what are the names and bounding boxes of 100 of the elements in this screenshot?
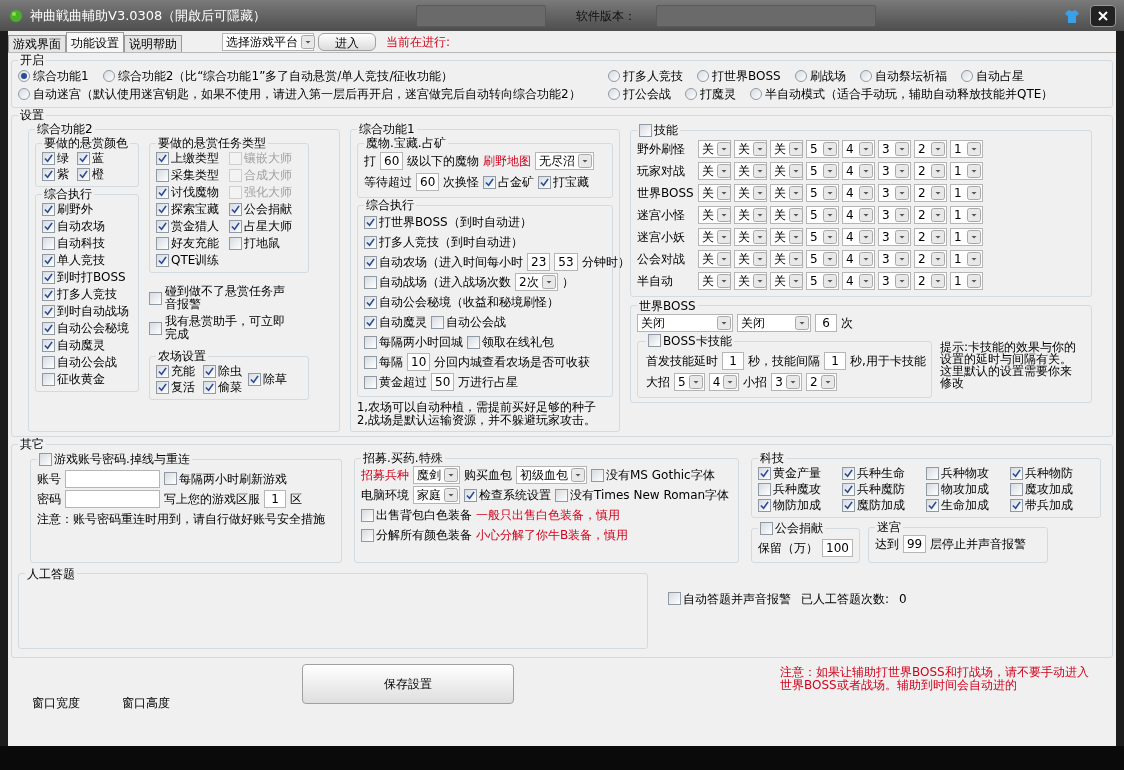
input-field[interactable] (65, 489, 160, 508)
checkbox[interactable]: 自动农场（进入时间每小时 (364, 254, 523, 270)
tab[interactable]: 功能设置 (66, 32, 124, 52)
radio-button[interactable]: 自动迷宫（默认使用迷宫钥匙，如果不使用，请进入第一层后再开启，迷宫做完后自动转向综合功能2） (18, 85, 581, 103)
input-field[interactable]: 53 (554, 253, 578, 271)
checkbox[interactable]: 采集类型 (156, 167, 229, 183)
tab[interactable]: 游戏界面 (8, 35, 66, 52)
radio-button[interactable]: 打魔灵 (685, 85, 736, 103)
dropdown[interactable]: 3 (878, 205, 911, 224)
checkbox[interactable]: 讨伐魔物 (156, 184, 229, 200)
dropdown[interactable]: 关 (770, 227, 803, 246)
checkbox[interactable]: 橙 (77, 166, 112, 182)
dropdown[interactable]: 关 (734, 227, 767, 246)
dropdown[interactable]: 关 (734, 205, 767, 224)
checkbox[interactable]: 碰到做不了悬赏任务声音报警 (149, 285, 309, 311)
checkbox[interactable]: 没有MS Gothic字体 (591, 467, 715, 483)
checkbox[interactable]: 分解所有颜色装备 (361, 527, 472, 543)
checkbox[interactable]: QTE训练 (156, 252, 229, 268)
dropdown[interactable]: 关 (734, 161, 767, 180)
dropdown[interactable]: 关 (734, 271, 767, 290)
dropdown[interactable]: 4 (842, 271, 875, 290)
checkbox[interactable]: 绿 (42, 150, 77, 166)
checkbox[interactable]: 检查系统设置 (464, 487, 551, 503)
dropdown[interactable]: 5 (674, 373, 705, 391)
input-field[interactable] (65, 469, 160, 488)
checkbox[interactable]: 自动公会战 (42, 354, 132, 370)
save-button[interactable]: 保存設置 (302, 663, 514, 704)
checkbox[interactable]: 每隔两小时回城 (364, 334, 463, 350)
dropdown[interactable]: 2 (805, 373, 837, 391)
dropdown[interactable]: 关 (698, 227, 731, 246)
checkbox[interactable]: 出售背包白色装备 (361, 507, 472, 523)
checkbox[interactable]: 到时打BOSS (42, 269, 132, 285)
checkbox[interactable]: 自动魔灵 (364, 314, 427, 330)
checkbox[interactable]: 复活 (156, 379, 195, 395)
dropdown[interactable]: 2 (914, 227, 947, 246)
dropdown[interactable]: 选择游戏平台 (222, 33, 314, 51)
dropdown[interactable]: 1 (950, 249, 983, 268)
checkbox[interactable]: BOSS卡技能 (648, 332, 732, 349)
dropdown[interactable]: 5 (806, 139, 839, 158)
dropdown[interactable]: 无尽沼 (535, 152, 595, 170)
input-field[interactable]: 1 (824, 352, 846, 370)
dropdown[interactable]: 关闭 (737, 313, 811, 332)
checkbox[interactable]: 技能 (639, 122, 678, 138)
shirt-icon[interactable] (1064, 7, 1080, 24)
dropdown[interactable]: 2 (914, 205, 947, 224)
checkbox[interactable]: 自动公会战 (431, 314, 506, 330)
input-field[interactable]: 100 (822, 538, 853, 557)
checkbox[interactable]: 黄金产量 (758, 465, 842, 481)
dropdown[interactable]: 1 (950, 183, 983, 202)
dropdown[interactable]: 5 (806, 227, 839, 246)
checkbox[interactable]: 我有悬赏助手，可立即完成 (149, 315, 309, 341)
close-button[interactable] (1090, 4, 1116, 27)
checkbox[interactable]: 打多人竞技（到时自动进） (364, 234, 523, 250)
checkbox[interactable]: 自动战场（进入战场次数 (364, 274, 511, 290)
dropdown[interactable]: 5 (806, 183, 839, 202)
checkbox[interactable]: 上缴类型 (156, 150, 229, 166)
dropdown[interactable]: 2次 (515, 273, 558, 291)
dropdown[interactable]: 1 (950, 205, 983, 224)
radio-button[interactable]: 自动占星 (960, 67, 1024, 85)
dropdown[interactable]: 2 (914, 161, 947, 180)
enter-button[interactable]: 进入 (318, 33, 376, 51)
checkbox[interactable]: 自动公会秘境（收益和秘境刷怪） (364, 294, 559, 310)
dropdown[interactable]: 3 (878, 227, 911, 246)
dropdown[interactable]: 关 (770, 249, 803, 268)
dropdown[interactable]: 关 (770, 161, 803, 180)
dropdown[interactable]: 1 (950, 227, 983, 246)
dropdown[interactable]: 关 (734, 139, 767, 158)
radio-button[interactable]: 打世界BOSS (697, 67, 781, 85)
checkbox[interactable]: 兵种魔攻 (758, 481, 842, 497)
checkbox[interactable]: 领取在线礼包 (467, 334, 554, 350)
checkbox[interactable]: 带兵加成 (1010, 497, 1094, 513)
radio-button[interactable]: 综合功能1 (18, 67, 89, 85)
radio-button[interactable]: 打多人竞技 (608, 67, 683, 85)
dropdown[interactable]: 关 (698, 271, 731, 290)
checkbox[interactable]: 每隔两小时刷新游戏 (164, 470, 287, 487)
checkbox[interactable]: 自动公会秘境 (42, 320, 132, 336)
dropdown[interactable]: 3 (878, 139, 911, 158)
input-field[interactable]: 23 (527, 253, 551, 271)
dropdown[interactable]: 初级血包 (516, 466, 587, 484)
dropdown[interactable]: 5 (806, 205, 839, 224)
checkbox[interactable]: 打地鼠 (229, 235, 302, 251)
checkbox[interactable]: 单人竞技 (42, 252, 132, 268)
dropdown[interactable]: 5 (806, 249, 839, 268)
radio-button[interactable]: 刷战场 (794, 67, 846, 85)
checkbox[interactable]: 偷菜 (203, 379, 242, 395)
checkbox[interactable]: 到时自动战场 (42, 303, 132, 319)
dropdown[interactable]: 5 (806, 271, 839, 290)
checkbox[interactable]: 游戏账号密码.掉线与重连 (39, 451, 190, 467)
input-field[interactable]: 6 (815, 313, 837, 332)
dropdown[interactable]: 2 (914, 139, 947, 158)
checkbox[interactable]: 兵种魔防 (842, 481, 926, 497)
checkbox[interactable]: 打多人竞技 (42, 286, 132, 302)
checkbox[interactable]: 打宝藏 (538, 174, 590, 190)
checkbox[interactable]: 赏金猎人 (156, 218, 229, 234)
checkbox[interactable]: 占金矿 (483, 174, 535, 190)
dropdown[interactable]: 5 (806, 161, 839, 180)
dropdown[interactable]: 4 (842, 249, 875, 268)
dropdown[interactable]: 关 (698, 205, 731, 224)
dropdown[interactable]: 3 (878, 161, 911, 180)
input-field[interactable]: 10 (407, 353, 431, 371)
